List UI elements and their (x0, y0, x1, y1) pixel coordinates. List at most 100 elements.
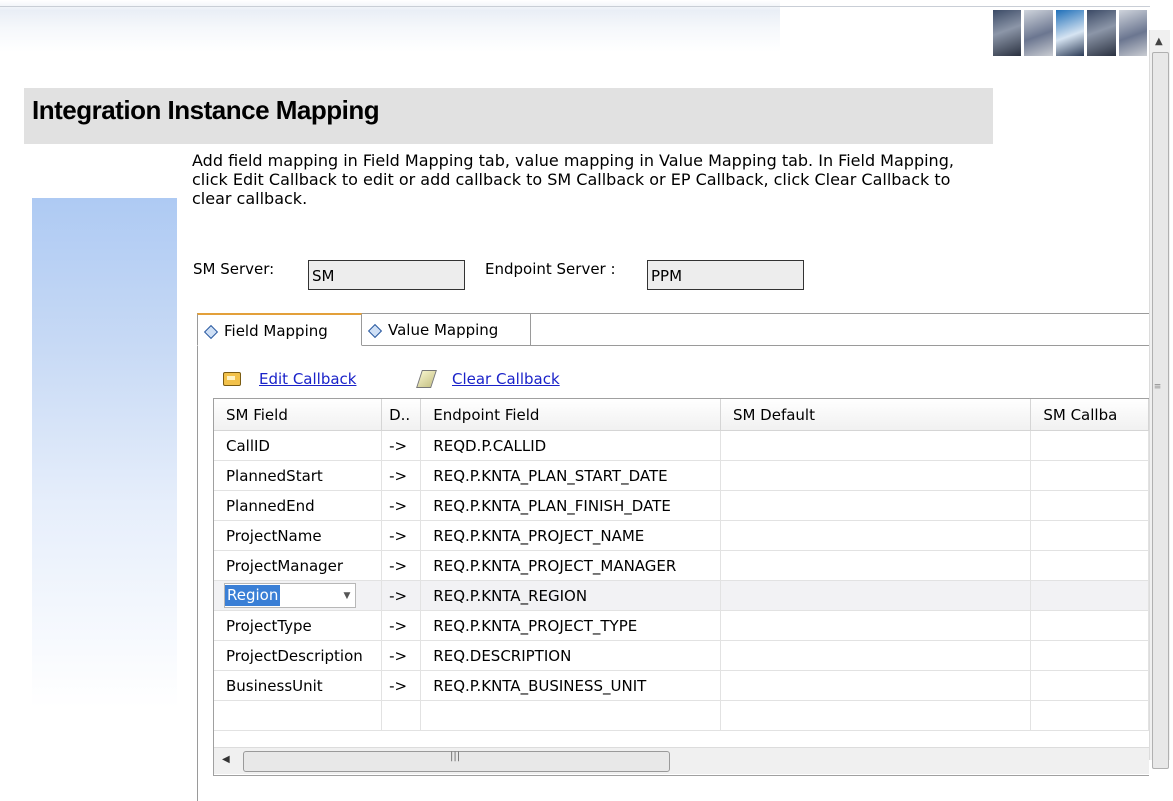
chevron-down-icon[interactable]: ▼ (339, 591, 355, 601)
table-row[interactable]: ProjectManager -> REQ.P.KNTA_PROJECT_MAN… (214, 550, 1149, 581)
sm-callback-cell[interactable] (1030, 520, 1149, 551)
sm-callback-cell[interactable] (1030, 640, 1149, 671)
column-header-sm-callback[interactable]: SM Callba (1030, 399, 1149, 431)
edit-callback-link[interactable]: Edit Callback (259, 370, 356, 388)
sm-field-cell[interactable]: ProjectType (214, 610, 383, 641)
sm-default-cell[interactable] (720, 670, 1032, 701)
table-row[interactable]: ProjectType -> REQ.P.KNTA_PROJECT_TYPE (214, 610, 1149, 641)
diamond-icon (367, 323, 383, 339)
scroll-grip-icon: ||| (450, 751, 461, 762)
sm-callback-cell[interactable] (1030, 460, 1149, 491)
tab-field-mapping[interactable]: Field Mapping (197, 313, 362, 346)
sm-field-cell[interactable]: ProjectManager (214, 550, 383, 581)
header-photo (1087, 10, 1116, 56)
sm-default-cell[interactable] (720, 640, 1032, 671)
clear-callback-link[interactable]: Clear Callback (452, 370, 560, 388)
scroll-left-icon[interactable]: ◀ (222, 754, 230, 765)
table-row[interactable]: ProjectName -> REQ.P.KNTA_PROJECT_NAME (214, 520, 1149, 551)
tab-value-mapping[interactable]: Value Mapping (362, 313, 531, 346)
endpoint-field-cell[interactable]: REQD.P.CALLID (420, 430, 721, 461)
column-header-direction[interactable]: D.. (381, 399, 422, 431)
table-horizontal-scrollbar[interactable]: ◀ ||| (214, 747, 1149, 774)
header-photo (993, 10, 1022, 56)
sm-default-cell[interactable] (720, 520, 1032, 551)
clear-callback-action[interactable]: Clear Callback (416, 369, 560, 389)
table-row[interactable]: ProjectDescription -> REQ.DESCRIPTION (214, 640, 1149, 671)
table-header-row: SM Field D.. Endpoint Field SM Default S… (214, 399, 1149, 431)
table-row-selected[interactable]: Region ▼ -> REQ.P.KNTA_REGION (214, 580, 1149, 611)
table-row[interactable]: PlannedEnd -> REQ.P.KNTA_PLAN_FINISH_DAT… (214, 490, 1149, 521)
sm-field-cell[interactable]: ProjectDescription (214, 640, 383, 671)
column-header-endpoint-field[interactable]: Endpoint Field (420, 399, 721, 431)
sm-server-field[interactable]: SM (308, 260, 465, 290)
empty-cell[interactable] (1030, 700, 1149, 731)
direction-cell: -> (381, 520, 422, 551)
endpoint-server-label: Endpoint Server : (485, 260, 616, 278)
sm-callback-cell[interactable] (1030, 490, 1149, 521)
vertical-scroll-thumb[interactable] (1152, 52, 1169, 769)
page-title: Integration Instance Mapping (32, 95, 380, 125)
sm-field-editor-cell[interactable]: Region ▼ (214, 580, 383, 611)
edit-callback-action[interactable]: Edit Callback (223, 369, 356, 389)
empty-cell[interactable] (381, 700, 422, 731)
tab-strip-top-border (530, 313, 1149, 314)
title-bar: Integration Instance Mapping (24, 88, 993, 144)
sm-server-label: SM Server: (193, 260, 275, 278)
sm-default-cell[interactable] (720, 610, 1032, 641)
sm-field-cell[interactable]: PlannedStart (214, 460, 383, 491)
empty-cell[interactable] (720, 700, 1032, 731)
clear-callback-icon[interactable] (416, 370, 437, 388)
sm-callback-cell[interactable] (1030, 550, 1149, 581)
sidebar-gradient-panel (32, 198, 177, 708)
endpoint-field-cell[interactable]: REQ.P.KNTA_PROJECT_MANAGER (420, 550, 721, 581)
endpoint-field-cell[interactable]: REQ.P.KNTA_PROJECT_TYPE (420, 610, 721, 641)
table-row-empty[interactable] (214, 700, 1149, 731)
scroll-grip-icon: ≡ (1153, 382, 1162, 392)
header-photo (1118, 10, 1148, 56)
sm-default-cell[interactable] (720, 580, 1032, 611)
direction-cell: -> (381, 640, 422, 671)
sm-field-cell[interactable]: PlannedEnd (214, 490, 383, 521)
sm-field-cell[interactable]: ProjectName (214, 520, 383, 551)
tab-label: Field Mapping (224, 322, 328, 340)
table-row[interactable]: PlannedStart -> REQ.P.KNTA_PLAN_START_DA… (214, 460, 1149, 491)
sm-default-cell[interactable] (720, 430, 1032, 461)
column-header-sm-default[interactable]: SM Default (720, 399, 1032, 431)
scroll-up-icon[interactable]: ▲ (1155, 36, 1163, 47)
table-row[interactable]: CallID -> REQD.P.CALLID (214, 430, 1149, 461)
header-photo (1055, 10, 1085, 56)
direction-cell: -> (381, 610, 422, 641)
endpoint-server-field[interactable]: PPM (647, 260, 804, 290)
endpoint-field-cell[interactable]: REQ.P.KNTA_PROJECT_NAME (420, 520, 721, 551)
endpoint-field-cell[interactable]: REQ.P.KNTA_BUSINESS_UNIT (420, 670, 721, 701)
header-divider (0, 6, 1150, 7)
page-vertical-scrollbar[interactable]: ▲ ≡ (1149, 30, 1170, 769)
table-row[interactable]: BusinessUnit -> REQ.P.KNTA_BUSINESS_UNIT (214, 670, 1149, 701)
sm-callback-cell[interactable] (1030, 610, 1149, 641)
empty-cell[interactable] (420, 700, 721, 731)
sm-default-cell[interactable] (720, 490, 1032, 521)
direction-cell: -> (381, 580, 422, 611)
empty-cell[interactable] (214, 700, 383, 731)
sm-field-combobox[interactable]: Region ▼ (224, 583, 356, 608)
diamond-icon (203, 324, 219, 340)
direction-cell: -> (381, 460, 422, 491)
sm-default-cell[interactable] (720, 550, 1032, 581)
sm-callback-cell[interactable] (1030, 670, 1149, 701)
endpoint-field-cell[interactable]: REQ.DESCRIPTION (420, 640, 721, 671)
field-mapping-table[interactable]: SM Field D.. Endpoint Field SM Default S… (213, 398, 1149, 776)
header-banner (0, 0, 780, 52)
sm-default-cell[interactable] (720, 460, 1032, 491)
direction-cell: -> (381, 430, 422, 461)
sm-field-cell[interactable]: BusinessUnit (214, 670, 383, 701)
edit-callback-icon[interactable] (223, 372, 241, 386)
sm-field-combobox-value[interactable]: Region (225, 585, 281, 606)
tab-label: Value Mapping (388, 321, 499, 339)
sm-callback-cell[interactable] (1030, 430, 1149, 461)
sm-callback-cell[interactable] (1030, 580, 1149, 611)
endpoint-field-cell[interactable]: REQ.P.KNTA_PLAN_FINISH_DATE (420, 490, 721, 521)
endpoint-field-cell[interactable]: REQ.P.KNTA_PLAN_START_DATE (420, 460, 721, 491)
column-header-sm-field[interactable]: SM Field (214, 399, 383, 431)
sm-field-cell[interactable]: CallID (214, 430, 383, 461)
endpoint-field-cell[interactable]: REQ.P.KNTA_REGION (420, 580, 721, 611)
